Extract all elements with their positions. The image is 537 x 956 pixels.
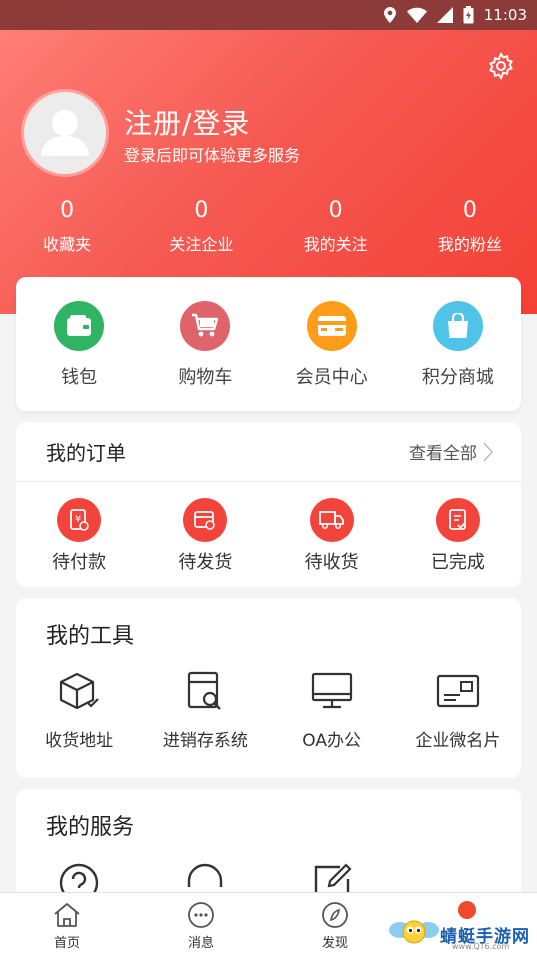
- tool-label: 收货地址: [45, 731, 114, 751]
- wifi-icon: [406, 7, 427, 23]
- order-status-row: ¥ 待付款 待发货 待收货 已完成: [16, 482, 521, 574]
- tool-label: OA办公: [302, 731, 361, 751]
- tab-label: 发现: [321, 936, 348, 951]
- location-icon: [383, 7, 397, 23]
- tool-label: 企业微名片: [415, 731, 501, 751]
- stat-followers[interactable]: 0 我的粉丝: [403, 198, 537, 255]
- box-icon: [57, 670, 101, 712]
- order-status-label: 待发货: [178, 552, 233, 573]
- stat-followed-companies[interactable]: 0 关注企业: [134, 198, 268, 255]
- order-pending-receipt[interactable]: 待收货: [269, 498, 395, 574]
- shopping-bag-icon: [432, 301, 483, 351]
- login-register-title[interactable]: 注册/登录: [124, 102, 250, 142]
- user-icon: [41, 110, 89, 156]
- tab-discover[interactable]: 发现: [268, 893, 402, 956]
- tool-label: 进销存系统: [162, 731, 248, 751]
- services-header: 我的服务: [16, 789, 521, 861]
- compass-icon: [322, 902, 348, 928]
- stat-following[interactable]: 0 我的关注: [269, 198, 403, 255]
- message-icon: [188, 902, 214, 928]
- signal-icon: [436, 7, 453, 23]
- tab-messages[interactable]: 消息: [134, 893, 268, 956]
- tool-shipping-address[interactable]: 收货地址: [16, 670, 142, 751]
- tool-business-card[interactable]: 企业微名片: [395, 670, 521, 751]
- quick-action-vip[interactable]: 会员中心: [269, 277, 395, 411]
- avatar[interactable]: [24, 92, 106, 174]
- view-all-label: 查看全部: [409, 444, 477, 464]
- order-completed[interactable]: 已完成: [395, 498, 521, 574]
- services-title: 我的服务: [46, 815, 135, 840]
- cart-icon: [180, 301, 231, 351]
- watermark-url: www.QT6.com: [452, 942, 510, 951]
- stat-value: 0: [60, 198, 75, 223]
- order-status-label: 已完成: [430, 552, 485, 573]
- tab-home[interactable]: 首页: [0, 893, 134, 956]
- chevron-right-icon: [483, 442, 493, 461]
- tab-label: 首页: [53, 936, 80, 951]
- stat-label: 我的粉丝: [437, 235, 502, 254]
- my-tools-card: 我的工具 收货地址 进销存系统 OA办公 企业微名片: [16, 598, 521, 778]
- business-card-icon: [436, 670, 480, 712]
- stat-favorites[interactable]: 0 收藏夹: [0, 198, 134, 255]
- tab-label: 消息: [187, 936, 214, 951]
- dragonfly-mascot-icon: [389, 920, 439, 944]
- order-status-label: 待付款: [52, 552, 107, 573]
- tools-title: 我的工具: [46, 624, 135, 649]
- stat-value: 0: [328, 198, 343, 223]
- watermark-logo: 蜻蜓手游网 www.QT6.com: [388, 898, 537, 956]
- vip-card-icon: [306, 301, 357, 351]
- orders-header: 我的订单 查看全部: [16, 422, 521, 482]
- my-orders-card: 我的订单 查看全部 ¥ 待付款 待发货 待收货 已完成: [16, 422, 521, 587]
- order-pending-shipment[interactable]: 待发货: [142, 498, 268, 574]
- stats-row: 0 收藏夹 0 关注企业 0 我的关注 0 我的粉丝: [0, 198, 537, 255]
- completed-icon: [435, 498, 480, 542]
- stat-label: 我的关注: [303, 235, 368, 254]
- profile-header: 注册/登录 登录后即可体验更多服务 0 收藏夹 0 关注企业 0 我的关注 0 …: [0, 30, 537, 314]
- quick-action-label: 积分商城: [421, 367, 494, 388]
- home-icon: [54, 903, 80, 927]
- quick-actions-card: 钱包 购物车 会员中心 积分商城: [16, 277, 521, 411]
- quick-action-label: 钱包: [61, 367, 98, 388]
- orders-title: 我的订单: [46, 441, 126, 465]
- quick-action-label: 会员中心: [295, 367, 368, 388]
- login-subtitle: 登录后即可体验更多服务: [124, 146, 301, 165]
- quick-action-wallet[interactable]: 钱包: [16, 277, 142, 411]
- tools-header: 我的工具: [16, 598, 521, 670]
- status-time: 11:03: [483, 6, 527, 24]
- tools-row: 收货地址 进销存系统 OA办公 企业微名片: [16, 670, 521, 751]
- stat-value: 0: [462, 198, 477, 223]
- stat-label: 关注企业: [169, 235, 234, 254]
- quick-action-points-mall[interactable]: 积分商城: [395, 277, 521, 411]
- settings-gear-icon[interactable]: [487, 51, 515, 81]
- stat-value: 0: [194, 198, 209, 223]
- payment-icon: ¥: [57, 498, 102, 542]
- view-all-orders-link[interactable]: 查看全部: [409, 439, 493, 464]
- battery-icon: [463, 6, 474, 24]
- wallet-icon: [54, 301, 105, 351]
- package-icon: [183, 498, 228, 542]
- truck-icon: [309, 498, 354, 542]
- order-pending-payment[interactable]: ¥ 待付款: [16, 498, 142, 574]
- quick-action-cart[interactable]: 购物车: [142, 277, 268, 411]
- quick-action-label: 购物车: [178, 367, 233, 388]
- inventory-icon: [183, 670, 227, 712]
- tool-oa-office[interactable]: OA办公: [269, 670, 395, 751]
- status-bar: 11:03: [0, 0, 537, 30]
- stat-label: 收藏夹: [43, 235, 92, 254]
- order-status-label: 待收货: [304, 552, 359, 573]
- monitor-icon: [310, 670, 354, 712]
- tool-inventory-system[interactable]: 进销存系统: [142, 670, 268, 751]
